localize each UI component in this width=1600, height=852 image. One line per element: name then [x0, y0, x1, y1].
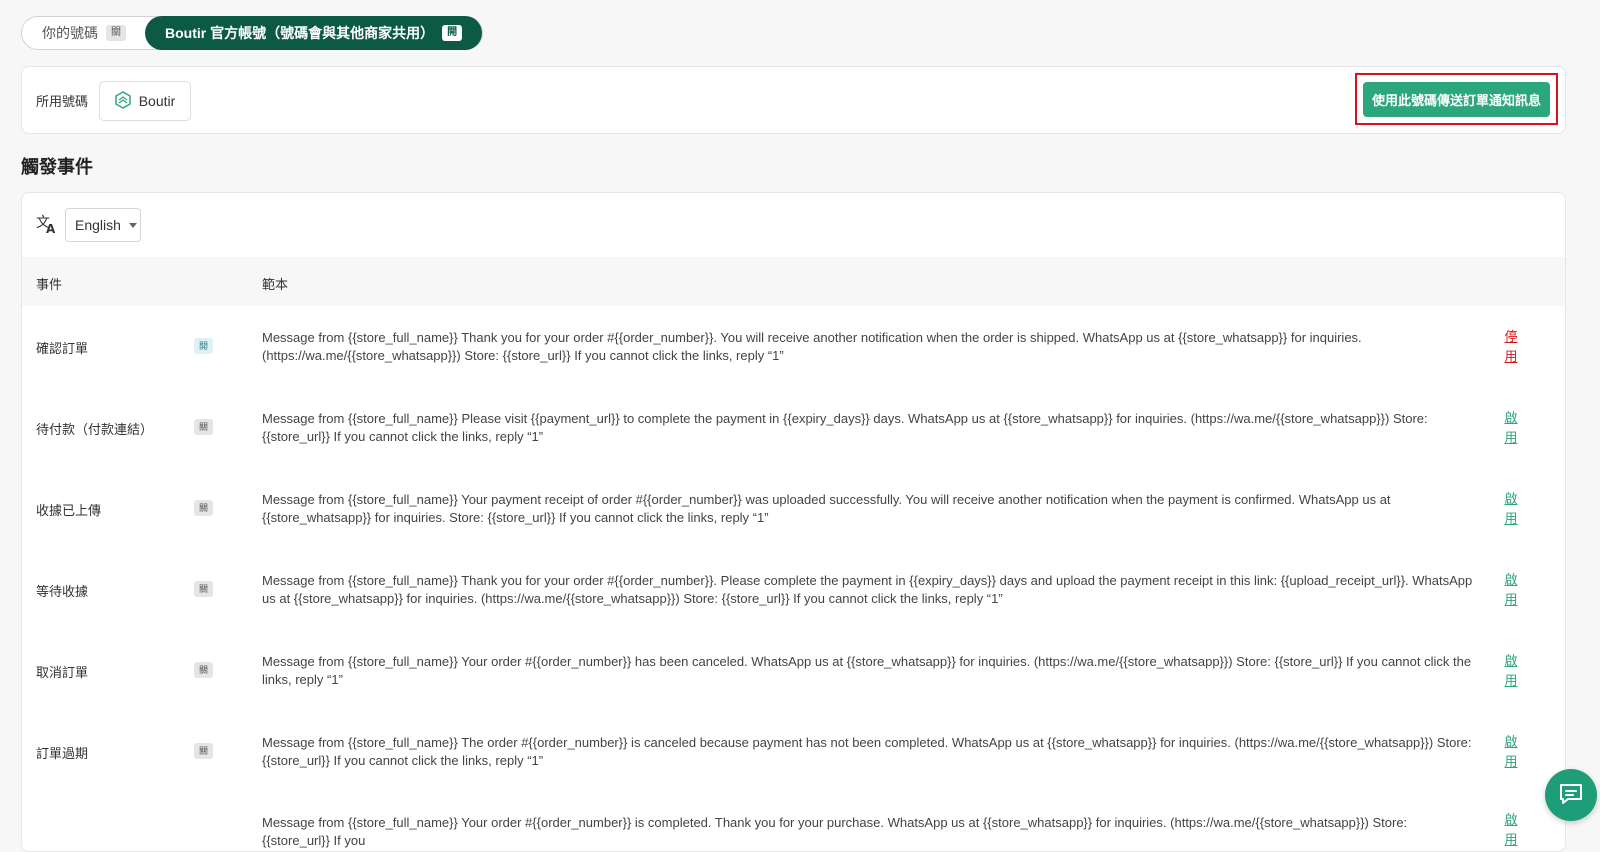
number-label: 所用號碼	[36, 94, 89, 109]
template-text: Message from {{store_full_name}} Thank y…	[262, 573, 1473, 606]
template-text: Message from {{store_full_name}} Your pa…	[262, 492, 1391, 525]
translate-icon: 文 A	[36, 214, 58, 237]
template-text: Message from {{store_full_name}} The ord…	[262, 735, 1472, 768]
table-row: 等待收據 關 Message from {{store_full_name}} …	[22, 549, 1565, 632]
chat-button[interactable]	[1545, 769, 1597, 821]
enable-button[interactable]: 啟用	[1502, 549, 1520, 631]
event-name: 取消訂單	[36, 664, 89, 680]
svg-text:A: A	[46, 222, 56, 234]
tab-boutir-official[interactable]: Boutir 官方帳號（號碼會與其他商家共用） 開	[145, 16, 483, 50]
tab-boutir-official-label: Boutir 官方帳號（號碼會與其他商家共用）	[165, 25, 435, 41]
table-row: 收據已上傳 關 Message from {{store_full_name}}…	[22, 468, 1565, 551]
number-brand: Boutir	[99, 81, 191, 121]
chevron-down-icon	[128, 222, 137, 228]
tab-your-number-status: 關	[106, 25, 126, 41]
tab-boutir-official-status: 開	[442, 25, 463, 41]
template-text: Message from {{store_full_name}} Thank y…	[262, 330, 1362, 363]
trigger-events-title: 觸發事件	[21, 157, 93, 177]
language-select-value: English	[75, 217, 121, 233]
event-name: 收據已上傳	[36, 502, 102, 518]
status-badge: 關	[194, 581, 214, 597]
enable-button[interactable]: 啟用	[1502, 630, 1520, 712]
status-badge: 關	[194, 419, 214, 435]
account-type-toggle: 你的號碼 關 Boutir 官方帳號（號碼會與其他商家共用） 開	[21, 16, 483, 50]
enable-button[interactable]: 啟用	[1502, 792, 1520, 851]
table-row: 訂單過期 關 Message from {{store_full_name}} …	[22, 711, 1565, 794]
language-select[interactable]: English	[65, 208, 141, 242]
number-card: 所用號碼 Boutir 使用此號碼傳送訂單通知訊息	[21, 66, 1566, 134]
enable-button[interactable]: 啟用	[1502, 711, 1520, 793]
table-row: 取消訂單 關 Message from {{store_full_name}} …	[22, 630, 1565, 713]
header-template: 範本	[262, 277, 289, 292]
events-card: 文 A English 事件 範本 確認訂單 開 Message from {{…	[21, 192, 1566, 852]
enable-button[interactable]: 啟用	[1502, 387, 1520, 469]
template-text: Message from {{store_full_name}} Your or…	[262, 815, 1408, 848]
status-badge: 關	[194, 743, 214, 759]
disable-button[interactable]: 停用	[1502, 306, 1520, 388]
table-row: 確認訂單 開 Message from {{store_full_name}} …	[22, 306, 1565, 389]
tab-your-number-label: 你的號碼	[42, 25, 98, 41]
status-badge: 開	[194, 338, 214, 354]
boutir-logo-icon	[114, 90, 131, 112]
header-event: 事件	[36, 277, 63, 292]
event-name: 訂單過期	[36, 745, 89, 761]
template-text: Message from {{store_full_name}} Please …	[262, 411, 1428, 444]
tab-your-number[interactable]: 你的號碼 關	[22, 16, 146, 50]
template-text: Message from {{store_full_name}} Your or…	[262, 654, 1472, 687]
event-name: 等待收據	[36, 583, 89, 599]
event-name: 確認訂單	[36, 340, 89, 356]
table-row: Message from {{store_full_name}} Your or…	[22, 792, 1565, 851]
language-row: 文 A English	[22, 193, 1565, 258]
event-name: 待付款（付款連結）	[36, 421, 154, 437]
status-badge: 關	[194, 500, 214, 516]
number-brand-name: Boutir	[138, 93, 176, 109]
chat-icon	[1558, 782, 1584, 809]
table-row: 待付款（付款連結） 關 Message from {{store_full_na…	[22, 387, 1565, 470]
status-badge: 關	[194, 662, 214, 678]
table-header: 事件 範本	[22, 257, 1565, 307]
enable-button[interactable]: 啟用	[1502, 468, 1520, 550]
use-number-button[interactable]: 使用此號碼傳送訂單通知訊息	[1363, 82, 1550, 117]
